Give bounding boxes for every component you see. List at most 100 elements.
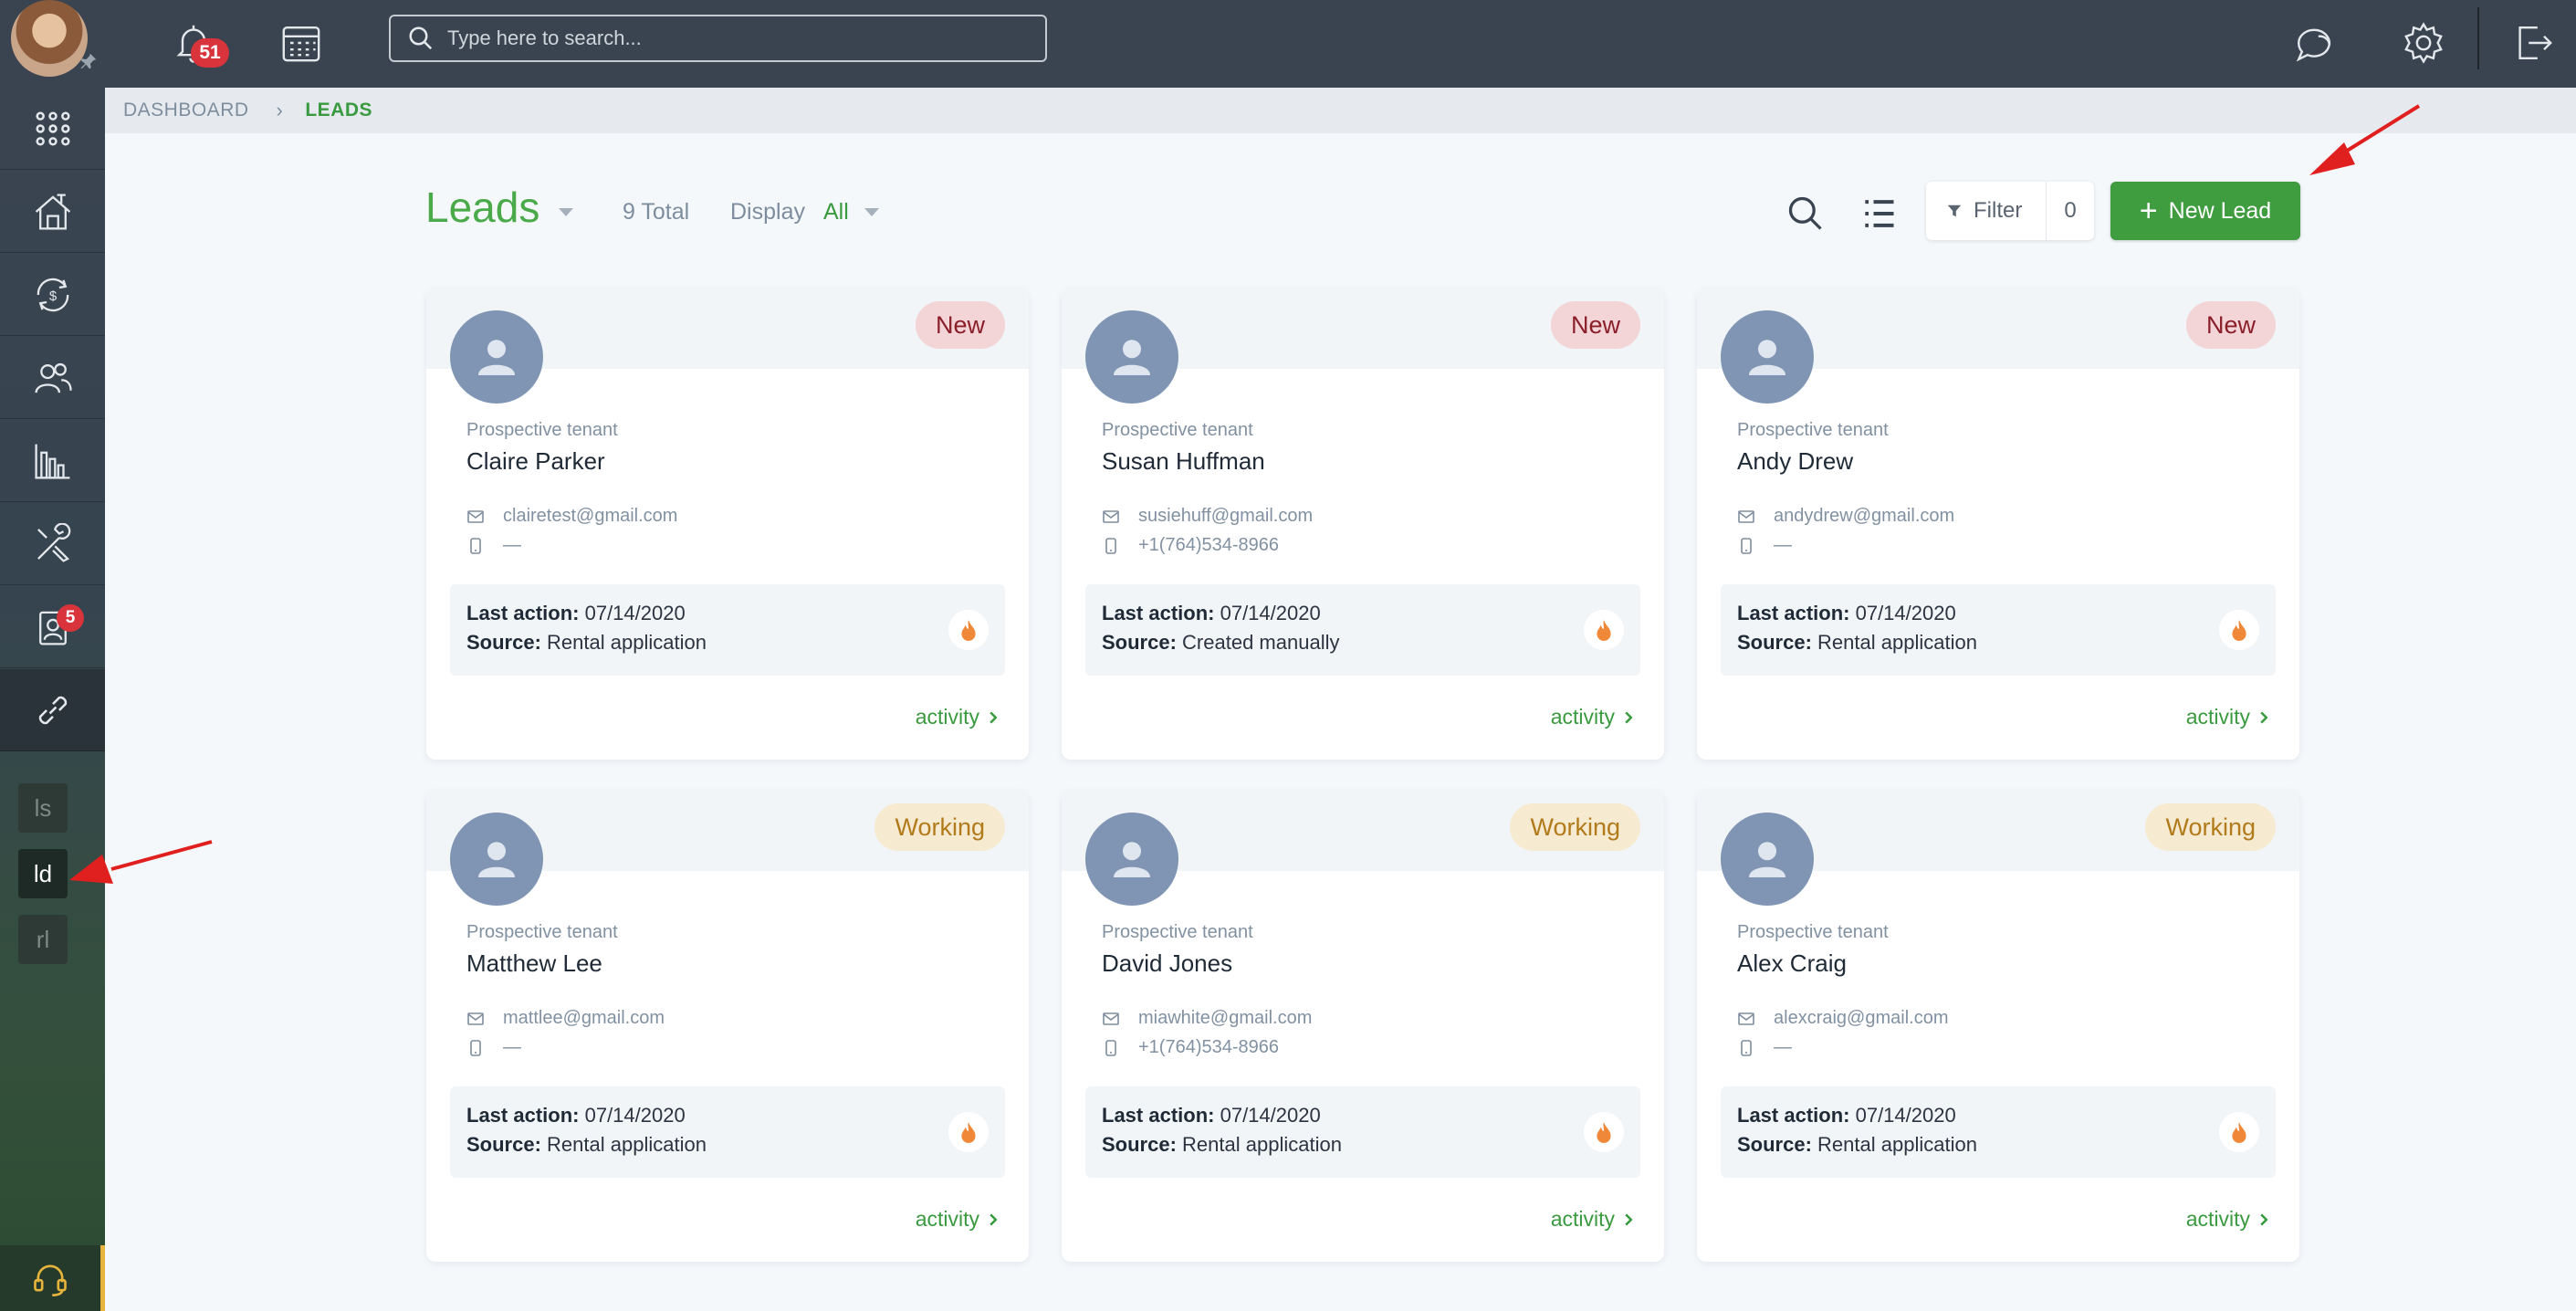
hot-lead-indicator (1584, 610, 1624, 650)
sidebar-item-people[interactable] (0, 337, 105, 419)
pin-icon[interactable] (79, 51, 99, 71)
lead-name[interactable]: Claire Parker (466, 447, 605, 476)
plus-icon: + (2139, 194, 2158, 228)
mail-icon (1738, 509, 1754, 523)
sidebar-item-accounting[interactable]: $ (0, 254, 105, 336)
lead-card[interactable]: Working Prospective tenant David Jones m… (1062, 791, 1664, 1262)
money-cycle-icon: $ (37, 278, 68, 311)
chevron-right-icon (1625, 711, 1633, 723)
avatar[interactable] (450, 310, 543, 404)
phone-icon (470, 537, 481, 554)
messages-button[interactable] (2282, 11, 2346, 75)
lead-name[interactable]: Alex Craig (1737, 949, 1847, 978)
calendar-button[interactable] (269, 11, 333, 75)
last-action-box: Last action: 07/14/2020 Source: Created … (1085, 584, 1640, 676)
activity-link[interactable]: activity (1551, 705, 1635, 729)
lead-name[interactable]: Andy Drew (1737, 447, 1853, 476)
link-icon (38, 696, 67, 724)
avatar[interactable] (1085, 813, 1178, 906)
fire-icon (961, 1122, 976, 1143)
lead-card[interactable]: New Prospective tenant Susan Huffman sus… (1062, 288, 1664, 760)
mail-icon (467, 1012, 484, 1025)
breadcrumb-leads: LEADS (305, 100, 373, 121)
search-icon[interactable] (1785, 194, 1826, 234)
hot-lead-indicator (948, 1112, 989, 1152)
sidebar-sub-item-ld[interactable]: ld (18, 849, 68, 898)
breadcrumb-dashboard[interactable]: DASHBOARD (123, 100, 249, 121)
lead-email[interactable]: andydrew@gmail.com (1774, 506, 1954, 527)
avatar[interactable] (1721, 813, 1814, 906)
activity-link[interactable]: activity (916, 705, 1000, 729)
last-action-date: 07/14/2020 (1855, 602, 1956, 624)
sidebar-item-reports[interactable] (0, 420, 105, 502)
lead-role: Prospective tenant (466, 420, 618, 440)
search-box[interactable] (389, 15, 1047, 62)
display-chevron-down-icon[interactable] (864, 208, 879, 216)
sidebar-sub-item-rl[interactable]: rl (18, 915, 68, 964)
lead-name[interactable]: Matthew Lee (466, 949, 602, 978)
last-action-date: 07/14/2020 (1855, 1104, 1956, 1127)
settings-button[interactable] (2392, 11, 2456, 75)
last-action-row: Last action: 07/14/2020 (1102, 1101, 1624, 1130)
lead-email[interactable]: mattlee@gmail.com (503, 1008, 665, 1029)
sidebar-item-properties[interactable] (0, 171, 105, 253)
avatar[interactable] (1721, 310, 1814, 404)
apps-grid-icon (35, 110, 70, 146)
lead-email[interactable]: miawhite@gmail.com (1138, 1008, 1312, 1029)
lead-card[interactable]: Working Prospective tenant Matthew Lee m… (426, 791, 1029, 1262)
search-input[interactable] (447, 26, 1013, 50)
svg-text:$: $ (48, 288, 57, 303)
sidebar-item-maintenance[interactable] (0, 503, 105, 585)
lead-card[interactable]: New Prospective tenant Andy Drew andydre… (1697, 288, 2299, 760)
last-action-row: Last action: 07/14/2020 (1102, 599, 1624, 628)
sidebar-item-leasing[interactable] (0, 669, 105, 751)
person-icon (478, 340, 515, 375)
lead-name[interactable]: Susan Huffman (1102, 447, 1265, 476)
display-label: Display (730, 199, 805, 225)
activity-link[interactable]: activity (1551, 1207, 1635, 1232)
activity-link[interactable]: activity (916, 1207, 1000, 1232)
sidebar-sub-item-ls[interactable]: ls (18, 783, 68, 833)
fire-icon (961, 620, 976, 641)
new-lead-button[interactable]: + New Lead (2110, 182, 2300, 240)
sidebar-item-tasks[interactable]: 5 (0, 586, 105, 668)
fire-icon (2232, 1122, 2246, 1143)
last-action-label: Last action: (1737, 1104, 1850, 1127)
display-select[interactable]: All (823, 199, 849, 225)
page-title[interactable]: Leads (425, 183, 539, 232)
title-chevron-down-icon[interactable] (559, 208, 573, 216)
search-icon (409, 26, 433, 50)
mail-icon (1103, 1012, 1119, 1025)
lead-role: Prospective tenant (1102, 922, 1253, 942)
lead-name[interactable]: David Jones (1102, 949, 1232, 978)
lead-phone: — (1774, 535, 1792, 555)
lead-email[interactable]: alexcraig@gmail.com (1774, 1008, 1948, 1029)
last-action-row: Last action: 07/14/2020 (466, 1101, 989, 1130)
activity-link[interactable]: activity (2186, 705, 2270, 729)
lead-email[interactable]: clairetest@gmail.com (503, 506, 677, 527)
sidebar: $ 5 ls ld rl (0, 0, 105, 1311)
logout-button[interactable] (2501, 11, 2565, 75)
lead-phone: — (503, 535, 521, 555)
activity-link[interactable]: activity (2186, 1207, 2270, 1232)
people-icon (34, 362, 72, 393)
filter-button[interactable]: Filter 0 (1926, 182, 2094, 240)
lead-card[interactable]: New Prospective tenant Claire Parker cla… (426, 288, 1029, 760)
lead-email[interactable]: susiehuff@gmail.com (1138, 506, 1313, 527)
chevron-right-icon (2260, 711, 2268, 723)
support-button[interactable] (0, 1245, 105, 1311)
notifications-button[interactable]: 51 (162, 11, 229, 75)
lead-role: Prospective tenant (466, 922, 618, 942)
lead-phone-row: — (466, 1037, 521, 1058)
user-avatar[interactable] (11, 0, 88, 77)
lead-card[interactable]: Working Prospective tenant Alex Craig al… (1697, 791, 2299, 1262)
source-label: Source: (466, 631, 541, 654)
fire-icon (1597, 620, 1611, 641)
sidebar-item-apps[interactable] (0, 88, 105, 170)
avatar[interactable] (450, 813, 543, 906)
list-view-icon[interactable] (1859, 194, 1899, 234)
filter-main[interactable]: Filter (1926, 182, 2047, 240)
activity-label: activity (2185, 1207, 2250, 1231)
last-action-date: 07/14/2020 (1220, 602, 1321, 624)
avatar[interactable] (1085, 310, 1178, 404)
